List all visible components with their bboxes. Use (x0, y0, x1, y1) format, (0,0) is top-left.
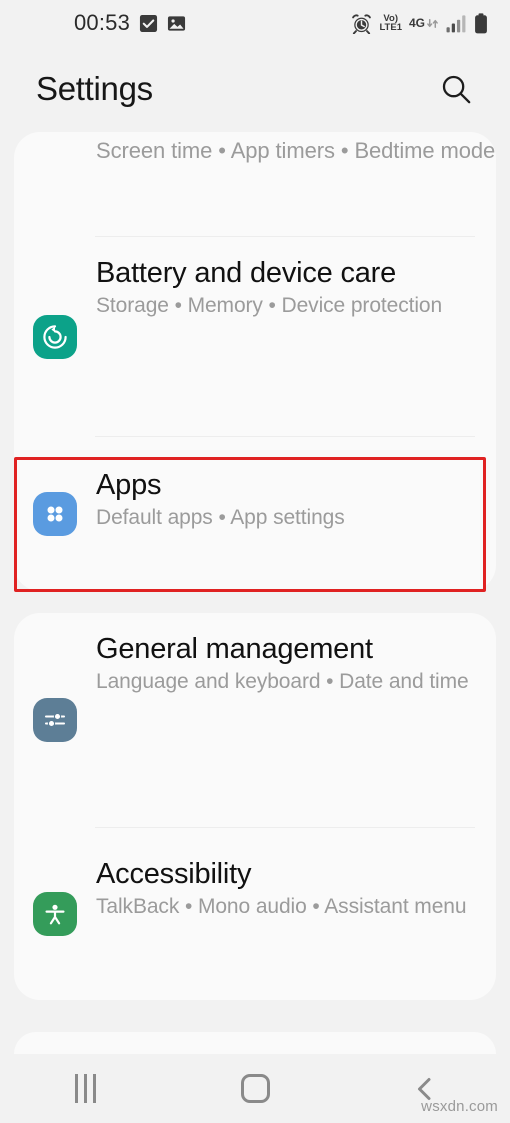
battery-icon (474, 12, 488, 34)
list-item-subtitle: Storage • Memory • Device protection (96, 294, 443, 318)
list-item-battery-and-device-care[interactable]: Battery and device care Storage • Memory… (14, 237, 496, 437)
checkbox-checked-icon (139, 14, 158, 33)
list-item-title: Battery and device care (96, 257, 397, 289)
apps-grid-icon (33, 492, 77, 536)
recents-icon[interactable] (45, 1061, 125, 1117)
status-bar-right: Vo) LTE1 4G (351, 0, 488, 46)
status-bar-left: 00:53 (74, 10, 186, 36)
alarm-icon (351, 13, 372, 34)
settings-card-next-partial[interactable] (14, 1032, 496, 1054)
search-icon[interactable] (436, 69, 476, 109)
list-item-title: Accessibility (96, 858, 252, 890)
battery-device-care-icon (33, 315, 77, 359)
list-item-accessibility[interactable]: Accessibility TalkBack • Mono audio • As… (14, 827, 496, 1000)
list-item-digital-wellbeing[interactable]: Screen time • App timers • Bedtime mode (14, 132, 496, 237)
4g-data-icon: 4G (409, 17, 439, 30)
volte-icon: Vo) LTE1 (379, 12, 402, 33)
watermark: wsxdn.com (421, 1098, 498, 1115)
signal-bars-icon (446, 14, 467, 33)
list-item-subtitle: Language and keyboard • Date and time (96, 670, 469, 694)
status-bar-clock: 00:53 (74, 10, 131, 35)
settings-card-one: Screen time • App timers • Bedtime mode … (14, 132, 496, 591)
list-item-subtitle: Default apps • App settings (96, 506, 345, 530)
list-item-title: Apps (96, 469, 162, 501)
accessibility-person-icon (33, 891, 77, 936)
image-icon (167, 14, 186, 33)
settings-list[interactable]: Screen time • App timers • Bedtime mode … (0, 132, 510, 1042)
settings-card-two: General management Language and keyboard… (14, 613, 496, 1000)
list-item-general-management[interactable]: General management Language and keyboard… (14, 613, 496, 828)
list-item-subtitle: TalkBack • Mono audio • Assistant menu (96, 895, 467, 919)
home-icon[interactable] (215, 1061, 295, 1117)
list-item-subtitle: Screen time • App timers • Bedtime mode (96, 138, 496, 163)
list-item-apps[interactable]: Apps Default apps • App settings (14, 437, 496, 591)
phone-screen: 00:53 Vo) LTE1 4G Settings Screen time •… (0, 0, 510, 1123)
data-arrows-icon (426, 17, 439, 30)
page-title: Settings (36, 70, 153, 107)
status-bar: 00:53 Vo) LTE1 4G (0, 0, 510, 46)
sliders-icon (33, 698, 77, 742)
list-item-title: General management (96, 633, 373, 665)
app-header: Settings (0, 46, 510, 132)
